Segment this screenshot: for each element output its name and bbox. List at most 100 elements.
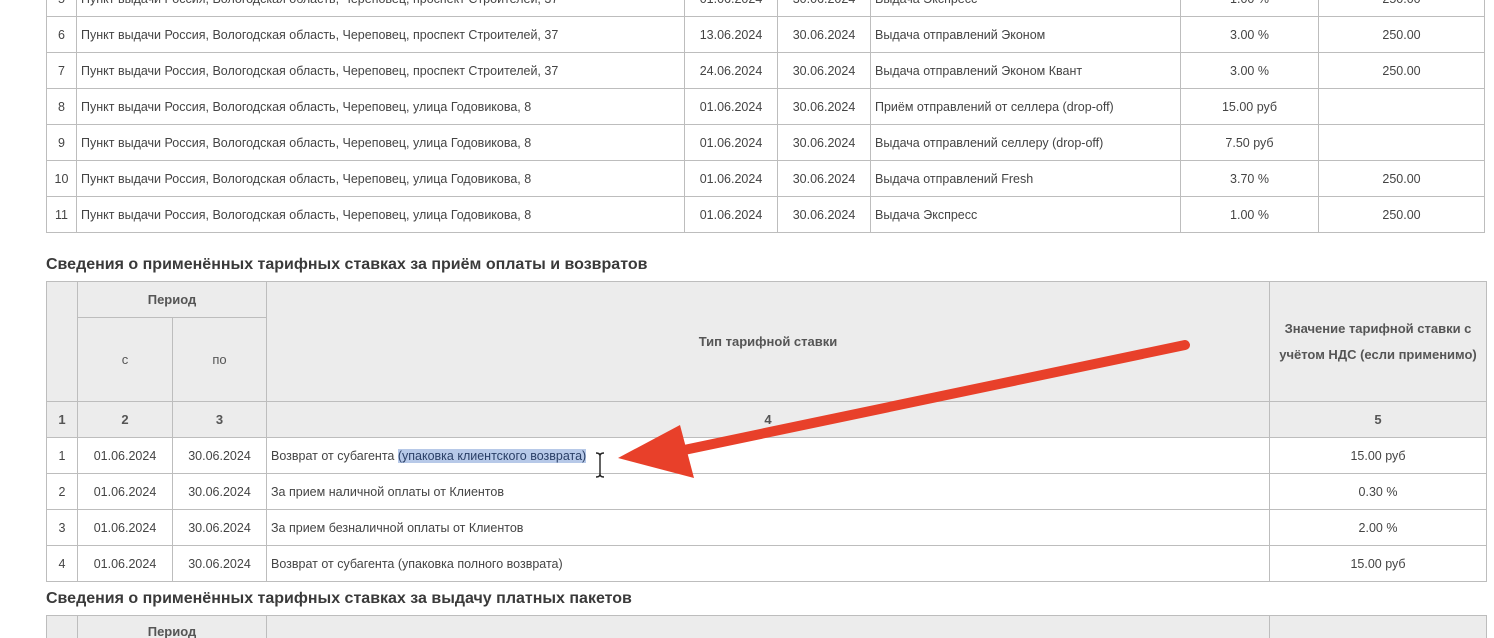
date-from-cell: 01.06.2024 (684, 88, 778, 125)
address-cell: Пункт выдачи Россия, Вологодская область… (76, 196, 685, 233)
row-number: 6 (46, 16, 77, 53)
address-cell: Пункт выдачи Россия, Вологодская область… (76, 88, 685, 125)
row-number: 5 (46, 0, 77, 17)
col-number: 2 (77, 401, 173, 438)
rate-cell: 1.00 % (1180, 0, 1319, 17)
date-to-cell: 30.06.2024 (172, 473, 267, 510)
address-cell: Пункт выдачи Россия, Вологодская область… (76, 160, 685, 197)
table-row: 9 Пункт выдачи Россия, Вологодская облас… (46, 124, 1485, 161)
date-from-cell: 01.06.2024 (684, 0, 778, 17)
header-rate-type: Тип тарифной ставки (266, 281, 1270, 402)
header-period: Период (77, 615, 267, 638)
row-number: 8 (46, 88, 77, 125)
extra-cell (1318, 88, 1485, 125)
address-cell: Пункт выдачи Россия, Вологодская область… (76, 0, 685, 17)
row-number: 2 (46, 473, 78, 510)
extra-cell: 250.00 (1318, 0, 1485, 17)
table-row: 4 01.06.2024 30.06.2024 Возврат от субаг… (46, 545, 1487, 582)
header-to: по (172, 317, 267, 402)
table-row: 2 01.06.2024 30.06.2024 За прием налично… (46, 473, 1487, 510)
date-from-cell: 01.06.2024 (77, 509, 173, 546)
rate-type-cell[interactable]: Возврат от субагента (упаковка клиентско… (266, 437, 1270, 474)
date-from-cell: 01.06.2024 (684, 196, 778, 233)
extra-cell: 250.00 (1318, 16, 1485, 53)
table-row: 3 01.06.2024 30.06.2024 За прием безнали… (46, 509, 1487, 546)
date-to-cell: 30.06.2024 (777, 196, 871, 233)
rate-type-cell: Выдача отправлений Эконом (870, 16, 1181, 53)
date-from-cell: 01.06.2024 (684, 160, 778, 197)
rate-cell: 1.00 % (1180, 196, 1319, 233)
row-number: 7 (46, 52, 77, 89)
rate-value-cell: 15.00 руб (1269, 545, 1487, 582)
table-row: 11 Пункт выдачи Россия, Вологодская обла… (46, 196, 1485, 233)
header-blank (46, 615, 78, 638)
date-to-cell: 30.06.2024 (777, 16, 871, 53)
row-number: 9 (46, 124, 77, 161)
date-to-cell: 30.06.2024 (777, 88, 871, 125)
table-row: 10 Пункт выдачи Россия, Вологодская обла… (46, 160, 1485, 197)
rate-value-cell: 15.00 руб (1269, 437, 1487, 474)
rate-cell: 15.00 руб (1180, 88, 1319, 125)
extra-cell: 250.00 (1318, 52, 1485, 89)
date-from-cell: 13.06.2024 (684, 16, 778, 53)
col-number: 5 (1269, 401, 1487, 438)
table-row: 6 Пункт выдачи Россия, Вологодская облас… (46, 16, 1485, 53)
rate-cell: 3.00 % (1180, 16, 1319, 53)
col-number: 1 (46, 401, 78, 438)
package-rates-table: Период (46, 615, 1487, 638)
payment-rates-table: Период Тип тарифной ставки Значение тари… (46, 281, 1487, 582)
date-from-cell: 01.06.2024 (684, 124, 778, 161)
document-page: 5 Пункт выдачи Россия, Вологодская облас… (0, 0, 1494, 638)
table-row: 1 01.06.2024 30.06.2024 Возврат от субаг… (46, 437, 1487, 474)
table-row: 5 Пункт выдачи Россия, Вологодская облас… (46, 0, 1485, 17)
address-cell: Пункт выдачи Россия, Вологодская область… (76, 52, 685, 89)
pickup-rates-table: 5 Пункт выдачи Россия, Вологодская облас… (46, 0, 1485, 233)
selected-text[interactable]: (упаковка клиентского возврата) (397, 448, 587, 463)
row-number: 3 (46, 509, 78, 546)
rate-type-cell: Выдача отправлений Эконом Квант (870, 52, 1181, 89)
table-row: 7 Пункт выдачи Россия, Вологодская облас… (46, 52, 1485, 89)
section-title-packages: Сведения о применённых тарифных ставках … (46, 590, 632, 607)
header-period: Период (77, 281, 267, 318)
date-to-cell: 30.06.2024 (777, 52, 871, 89)
rate-cell: 3.00 % (1180, 52, 1319, 89)
address-cell: Пункт выдачи Россия, Вологодская область… (76, 124, 685, 161)
header-rate-value: Значение тарифной ставки с учётом НДС (е… (1269, 281, 1487, 402)
row-number: 4 (46, 545, 78, 582)
date-from-cell: 01.06.2024 (77, 545, 173, 582)
date-from-cell: 24.06.2024 (684, 52, 778, 89)
date-to-cell: 30.06.2024 (172, 545, 267, 582)
rate-cell: 7.50 руб (1180, 124, 1319, 161)
header-blank (46, 281, 78, 402)
header-from: с (77, 317, 173, 402)
extra-cell: 250.00 (1318, 160, 1485, 197)
rate-cell: 3.70 % (1180, 160, 1319, 197)
rate-type-cell: За прием наличной оплаты от Клиентов (266, 473, 1270, 510)
row-number: 10 (46, 160, 77, 197)
date-to-cell: 30.06.2024 (172, 509, 267, 546)
section-title-payments: Сведения о применённых тарифных ставках … (46, 256, 648, 273)
rate-type-cell: Приём отправлений от селлера (drop-off) (870, 88, 1181, 125)
rate-type-cell: Возврат от субагента (упаковка полного в… (266, 545, 1270, 582)
row-number: 11 (46, 196, 77, 233)
date-to-cell: 30.06.2024 (172, 437, 267, 474)
col-number: 4 (266, 401, 1270, 438)
rate-type-cell: Выдача Экспресс (870, 196, 1181, 233)
rate-type-cell: Выдача отправлений Fresh (870, 160, 1181, 197)
date-to-cell: 30.06.2024 (777, 0, 871, 17)
row-number: 1 (46, 437, 78, 474)
rate-type-cell: За прием безналичной оплаты от Клиентов (266, 509, 1270, 546)
extra-cell: 250.00 (1318, 196, 1485, 233)
rate-value-cell: 0.30 % (1269, 473, 1487, 510)
table-row: 8 Пункт выдачи Россия, Вологодская облас… (46, 88, 1485, 125)
address-cell: Пункт выдачи Россия, Вологодская область… (76, 16, 685, 53)
date-from-cell: 01.06.2024 (77, 437, 173, 474)
header-rate-type (266, 615, 1270, 638)
date-from-cell: 01.06.2024 (77, 473, 173, 510)
col-number: 3 (172, 401, 267, 438)
header-rate-value (1269, 615, 1487, 638)
rate-type-cell: Выдача Экспресс (870, 0, 1181, 17)
rate-value-cell: 2.00 % (1269, 509, 1487, 546)
date-to-cell: 30.06.2024 (777, 160, 871, 197)
extra-cell (1318, 124, 1485, 161)
